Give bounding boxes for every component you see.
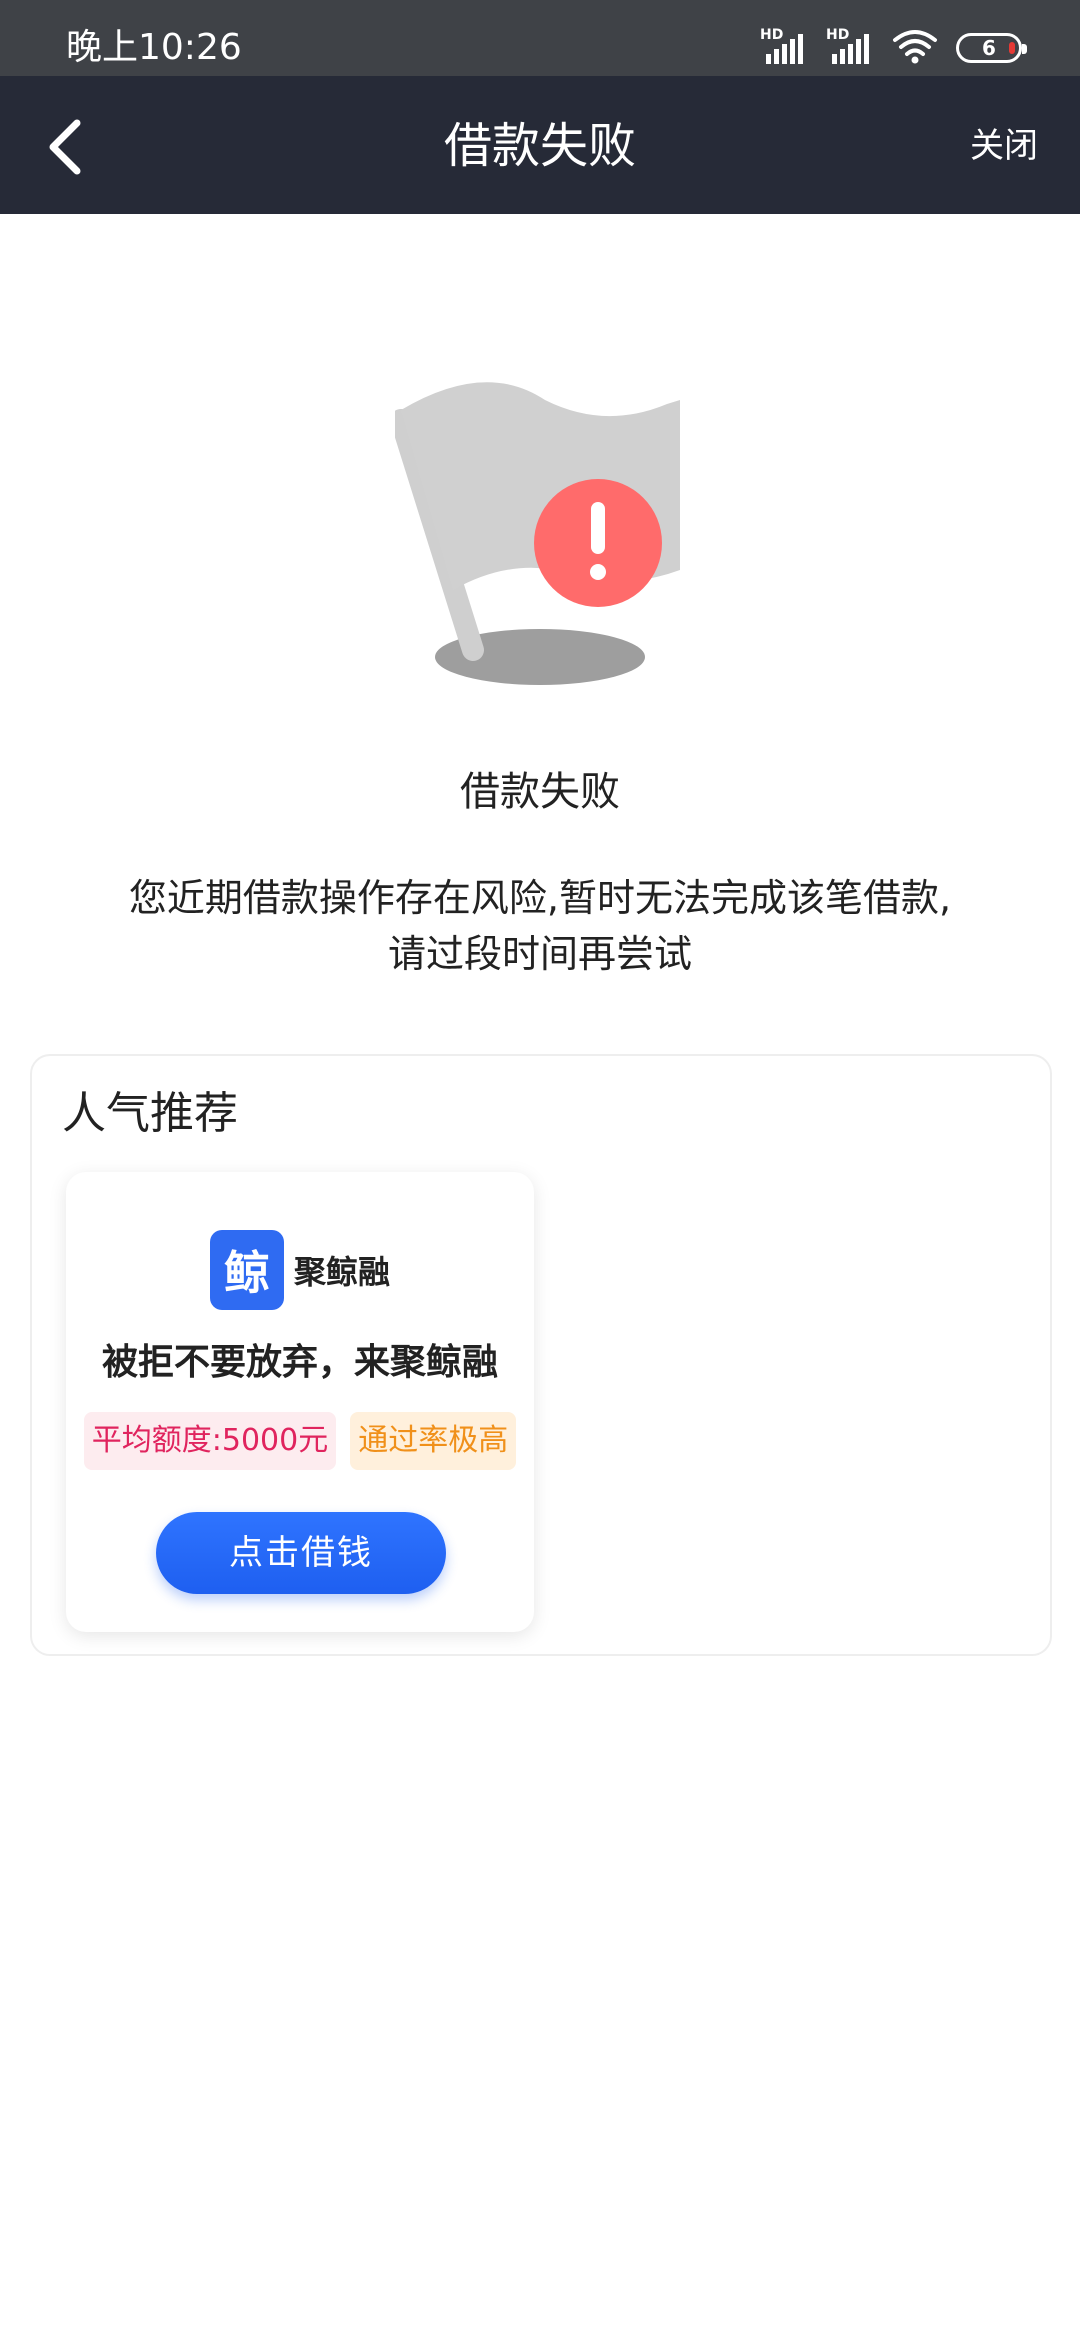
- page-title: 借款失败: [443, 118, 636, 174]
- product-card[interactable]: 鲸 聚鲸融 被拒不要放弃，来聚鲸融 平均额度:5000元 通过率极高 点击借钱: [66, 1172, 534, 1632]
- tag-row: 平均额度:5000元 通过率极高: [66, 1412, 534, 1470]
- close-button[interactable]: 关闭: [970, 122, 1038, 170]
- nav-bar: 借款失败 关闭: [0, 76, 1080, 214]
- tag-pass-rate: 通过率极高: [350, 1412, 517, 1470]
- result-description-line: 您近期借款操作存在风险,暂时无法完成该笔借款,: [128, 876, 952, 920]
- result-description-line: 请过段时间再尝试: [387, 932, 692, 976]
- signal-icon: HD: [760, 28, 808, 68]
- brand-row: 鲸 聚鲸融: [66, 1230, 534, 1310]
- status-bar: 晚上10:26 HD HD 6: [0, 0, 1080, 76]
- status-time: 晚上10:26: [66, 27, 242, 68]
- result-title: 借款失败: [460, 769, 620, 815]
- battery-charge-indicator: [1009, 42, 1015, 54]
- product-slogan: 被拒不要放弃，来聚鲸融: [101, 1342, 498, 1383]
- signal-icon: HD: [826, 28, 874, 68]
- recommend-title: 人气推荐: [62, 1088, 238, 1139]
- battery-icon: 6: [956, 33, 1027, 63]
- tag-average-amount: 平均额度:5000元: [83, 1412, 337, 1470]
- borrow-button[interactable]: 点击借钱: [156, 1512, 446, 1594]
- recommend-section: 人气推荐 鲸 聚鲸融 被拒不要放弃，来聚鲸融 平均额度:5000元 通过率极高 …: [30, 1054, 1052, 1656]
- flag-warning-icon: [390, 380, 695, 700]
- screen: 晚上10:26 HD HD 6 借款失败 关闭 借款失败 您近期借款操作存在风险…: [0, 0, 1080, 2340]
- battery-level: 6: [982, 36, 996, 60]
- brand-logo: 鲸: [209, 1230, 284, 1310]
- result-description: 您近期借款操作存在风险,暂时无法完成该笔借款, 请过段时间再尝试: [80, 870, 1000, 982]
- battery-tip: [1022, 44, 1027, 54]
- brand-name: 聚鲸融: [293, 1253, 390, 1291]
- status-icons: HD HD 6: [760, 20, 1027, 76]
- wifi-icon: [892, 28, 938, 68]
